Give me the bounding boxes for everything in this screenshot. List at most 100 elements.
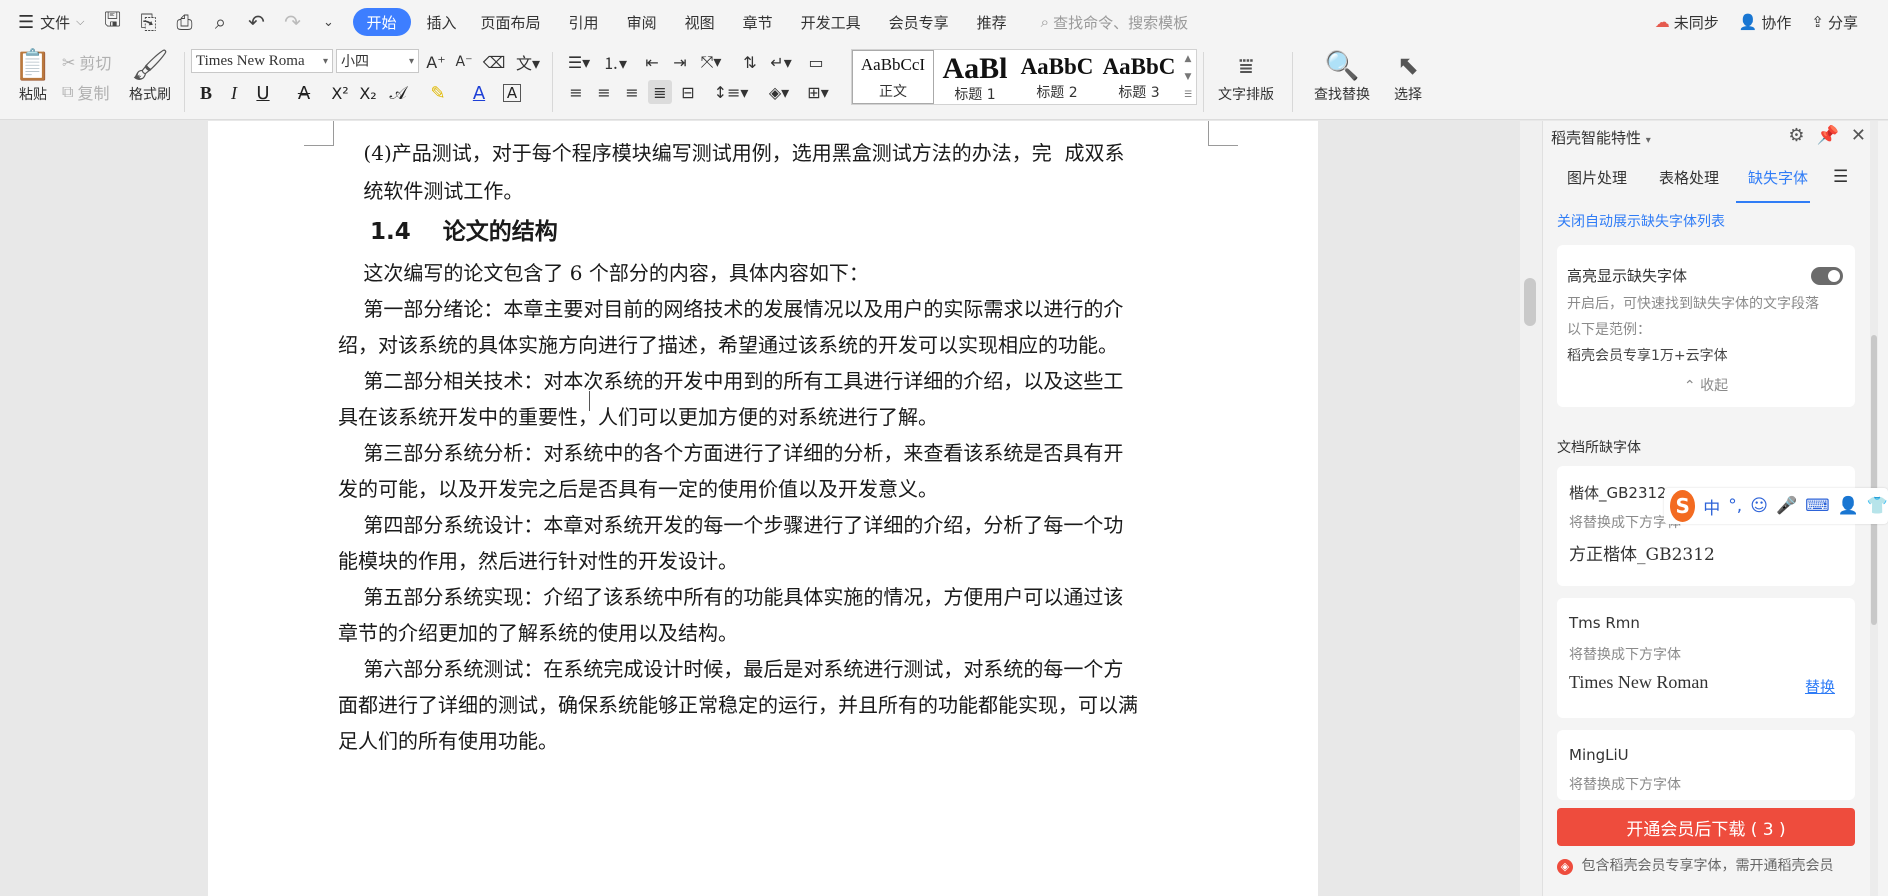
align-center-icon[interactable]: ≡ (592, 80, 616, 104)
shrink-font-icon[interactable]: A⁻ (452, 50, 476, 74)
collaborate-button[interactable]: 👤 协作 (1729, 7, 1802, 37)
subscript-icon[interactable]: X₂ (355, 80, 381, 106)
style-heading-3[interactable]: AaBbC 标题 3 (1098, 50, 1180, 104)
replace-link[interactable]: 替换 (1805, 676, 1835, 697)
tab-member[interactable]: 会员专享 (875, 7, 963, 37)
redo-icon[interactable]: ↷ (275, 7, 311, 37)
missing-font-item[interactable]: Tms Rmn 将替换成下方字体 Times New Roman 替换 (1557, 598, 1855, 718)
clear-format-icon[interactable]: ⌫ (482, 50, 506, 74)
tab-developer[interactable]: 开发工具 (787, 7, 875, 37)
borders-icon[interactable]: ⊞▾ (802, 80, 834, 104)
paste-label: 粘贴 (19, 87, 47, 103)
distribute-icon[interactable]: ⊟ (676, 80, 700, 104)
tab-chapter[interactable]: 章节 (729, 7, 787, 37)
skin-icon[interactable]: 👕 (1867, 496, 1888, 516)
user-icon[interactable]: 👤 (1838, 496, 1859, 516)
increase-indent-icon[interactable]: ⇥ (668, 50, 692, 74)
tab-missing-fonts[interactable]: 缺失字体 (1748, 167, 1808, 188)
tab-page-layout[interactable]: 页面布局 (467, 7, 555, 37)
paste-button[interactable]: 📋 粘贴 (10, 48, 56, 106)
highlight-toggle[interactable] (1811, 267, 1843, 285)
numbered-list-icon[interactable]: ⒈▾ (600, 50, 630, 74)
command-search[interactable]: ⌕ 查找命令、搜索模板 (1031, 7, 1198, 37)
save-icon[interactable]: 🖫 (95, 7, 131, 37)
strikethrough-icon[interactable]: A (291, 80, 317, 106)
tab-recommend[interactable]: 推荐 (963, 7, 1021, 37)
tab-insert[interactable]: 插入 (417, 7, 467, 37)
undo-icon[interactable]: ↶ (239, 7, 275, 37)
select-button[interactable]: ⬉ 选择 (1384, 48, 1432, 106)
microphone-icon[interactable]: 🎤 (1776, 496, 1797, 516)
ime-punctuation[interactable]: °, (1728, 496, 1742, 516)
style-gallery-scroll[interactable]: ▲ ▼ ☰ (1180, 50, 1196, 104)
pane-menu-icon[interactable]: ☰ (1833, 167, 1848, 187)
share-button[interactable]: ⇪ 分享 (1801, 7, 1868, 37)
superscript-icon[interactable]: X² (327, 80, 353, 106)
close-icon[interactable]: ✕ (1851, 125, 1866, 146)
shading-icon[interactable]: ◈▾ (764, 80, 794, 104)
collapse-button[interactable]: ⌃ 收起 (1557, 375, 1855, 395)
document-line[interactable]: 统软件测试工作。 (338, 169, 1238, 213)
pane-scroll-thumb[interactable] (1871, 335, 1877, 625)
align-left-icon[interactable]: ≡ (564, 80, 588, 104)
missing-font-item[interactable]: 楷体_GB2312 将替换成下方字体 方正楷体_GB2312 (1557, 466, 1855, 586)
file-menu[interactable]: ☰ 文件 ⌵ (0, 7, 95, 37)
quick-access-more-icon[interactable]: ⌄ (311, 7, 347, 37)
character-border-icon[interactable]: A (503, 84, 521, 102)
underline-icon[interactable]: U (250, 80, 276, 106)
grow-font-icon[interactable]: A⁺ (424, 50, 448, 74)
font-color-icon[interactable]: A (466, 80, 492, 106)
tab-references[interactable]: 引用 (555, 7, 613, 37)
pinyin-guide-icon[interactable]: 文▾ (510, 50, 546, 74)
italic-icon[interactable]: I (221, 80, 247, 106)
sync-status-button[interactable]: ☁ 未同步 (1645, 7, 1729, 37)
align-right-icon[interactable]: ≡ (620, 80, 644, 104)
find-replace-button[interactable]: 🔍 查找替换 (1304, 48, 1380, 106)
document-line[interactable]: 足人们的所有使用功能。 (338, 719, 1238, 763)
chevron-up-icon: ⌃ (1683, 378, 1696, 394)
table-tools-icon[interactable]: ▭ (804, 50, 828, 74)
settings-icon[interactable]: ⚙ (1788, 125, 1804, 146)
document-area[interactable]: (4)产品测试，对于每个程序模块编写测试用例，选用黑盒测试方法的办法，完 成双系… (0, 121, 1542, 896)
export-pdf-icon[interactable]: ⎘ (131, 7, 167, 37)
print-preview-icon[interactable]: ⌕ (203, 7, 239, 37)
show-marks-icon[interactable]: ↵▾ (766, 50, 796, 74)
missing-font-item[interactable]: MingLiU 将替换成下方字体 (1557, 730, 1855, 800)
bullet-list-icon[interactable]: ☰▾ (564, 50, 594, 74)
cut-button[interactable]: ✂ 剪切 (62, 50, 111, 74)
text-layout-button[interactable]: ⩸ 文字排版 (1208, 48, 1284, 106)
line-spacing-icon[interactable]: ↕≡▾ (714, 80, 749, 104)
document-scrollbar[interactable] (1520, 121, 1542, 896)
bold-icon[interactable]: B (193, 80, 219, 106)
justify-icon[interactable]: ≣ (648, 80, 672, 104)
decrease-indent-icon[interactable]: ⇤ (640, 50, 664, 74)
text-effect-icon[interactable]: 𝒜 (385, 80, 411, 106)
chinese-layout-icon[interactable]: ⤧▾ (696, 50, 726, 74)
tab-home[interactable]: 开始 (352, 8, 411, 36)
font-family-select[interactable]: Times New Roma ▾ (191, 49, 333, 73)
tab-view[interactable]: 视图 (671, 7, 729, 37)
style-normal[interactable]: AaBbCcI 正文 (852, 50, 934, 104)
document-scroll-thumb[interactable] (1524, 278, 1536, 326)
sort-icon[interactable]: ⇅ (738, 50, 762, 74)
copy-button[interactable]: ⧉ 复制 (62, 80, 109, 104)
ime-mode[interactable]: 中 (1703, 494, 1720, 519)
style-heading-1[interactable]: AaBl 标题 1 (934, 50, 1016, 104)
style-heading-2[interactable]: AaBbC 标题 2 (1016, 50, 1098, 104)
keyboard-icon[interactable]: ⌨ (1805, 496, 1830, 516)
font-size-select[interactable]: 小四 ▾ (336, 49, 419, 73)
emoji-icon[interactable]: ☺ (1750, 496, 1768, 516)
pane-title[interactable]: 稻壳智能特性 ▾ (1551, 127, 1651, 148)
document-page[interactable]: (4)产品测试，对于每个程序模块编写测试用例，选用黑盒测试方法的办法，完 成双系… (208, 121, 1318, 896)
tab-image-processing[interactable]: 图片处理 (1567, 167, 1627, 188)
highlight-color-icon[interactable]: ✎ (425, 80, 451, 106)
section-heading[interactable]: 1.4 论文的结构 (338, 210, 1238, 254)
close-auto-show-link[interactable]: 关闭自动展示缺失字体列表 (1557, 211, 1725, 231)
print-icon[interactable]: ⎙ (167, 7, 203, 37)
download-after-membership-button[interactable]: 开通会员后下载 ( 3 ) (1557, 808, 1855, 846)
format-painter-button[interactable]: 🖌 格式刷 (126, 48, 174, 106)
sogou-logo-icon[interactable]: S (1670, 490, 1696, 522)
tab-table-processing[interactable]: 表格处理 (1659, 167, 1719, 188)
pin-icon[interactable]: 📌 (1816, 125, 1838, 146)
tab-review[interactable]: 审阅 (613, 7, 671, 37)
